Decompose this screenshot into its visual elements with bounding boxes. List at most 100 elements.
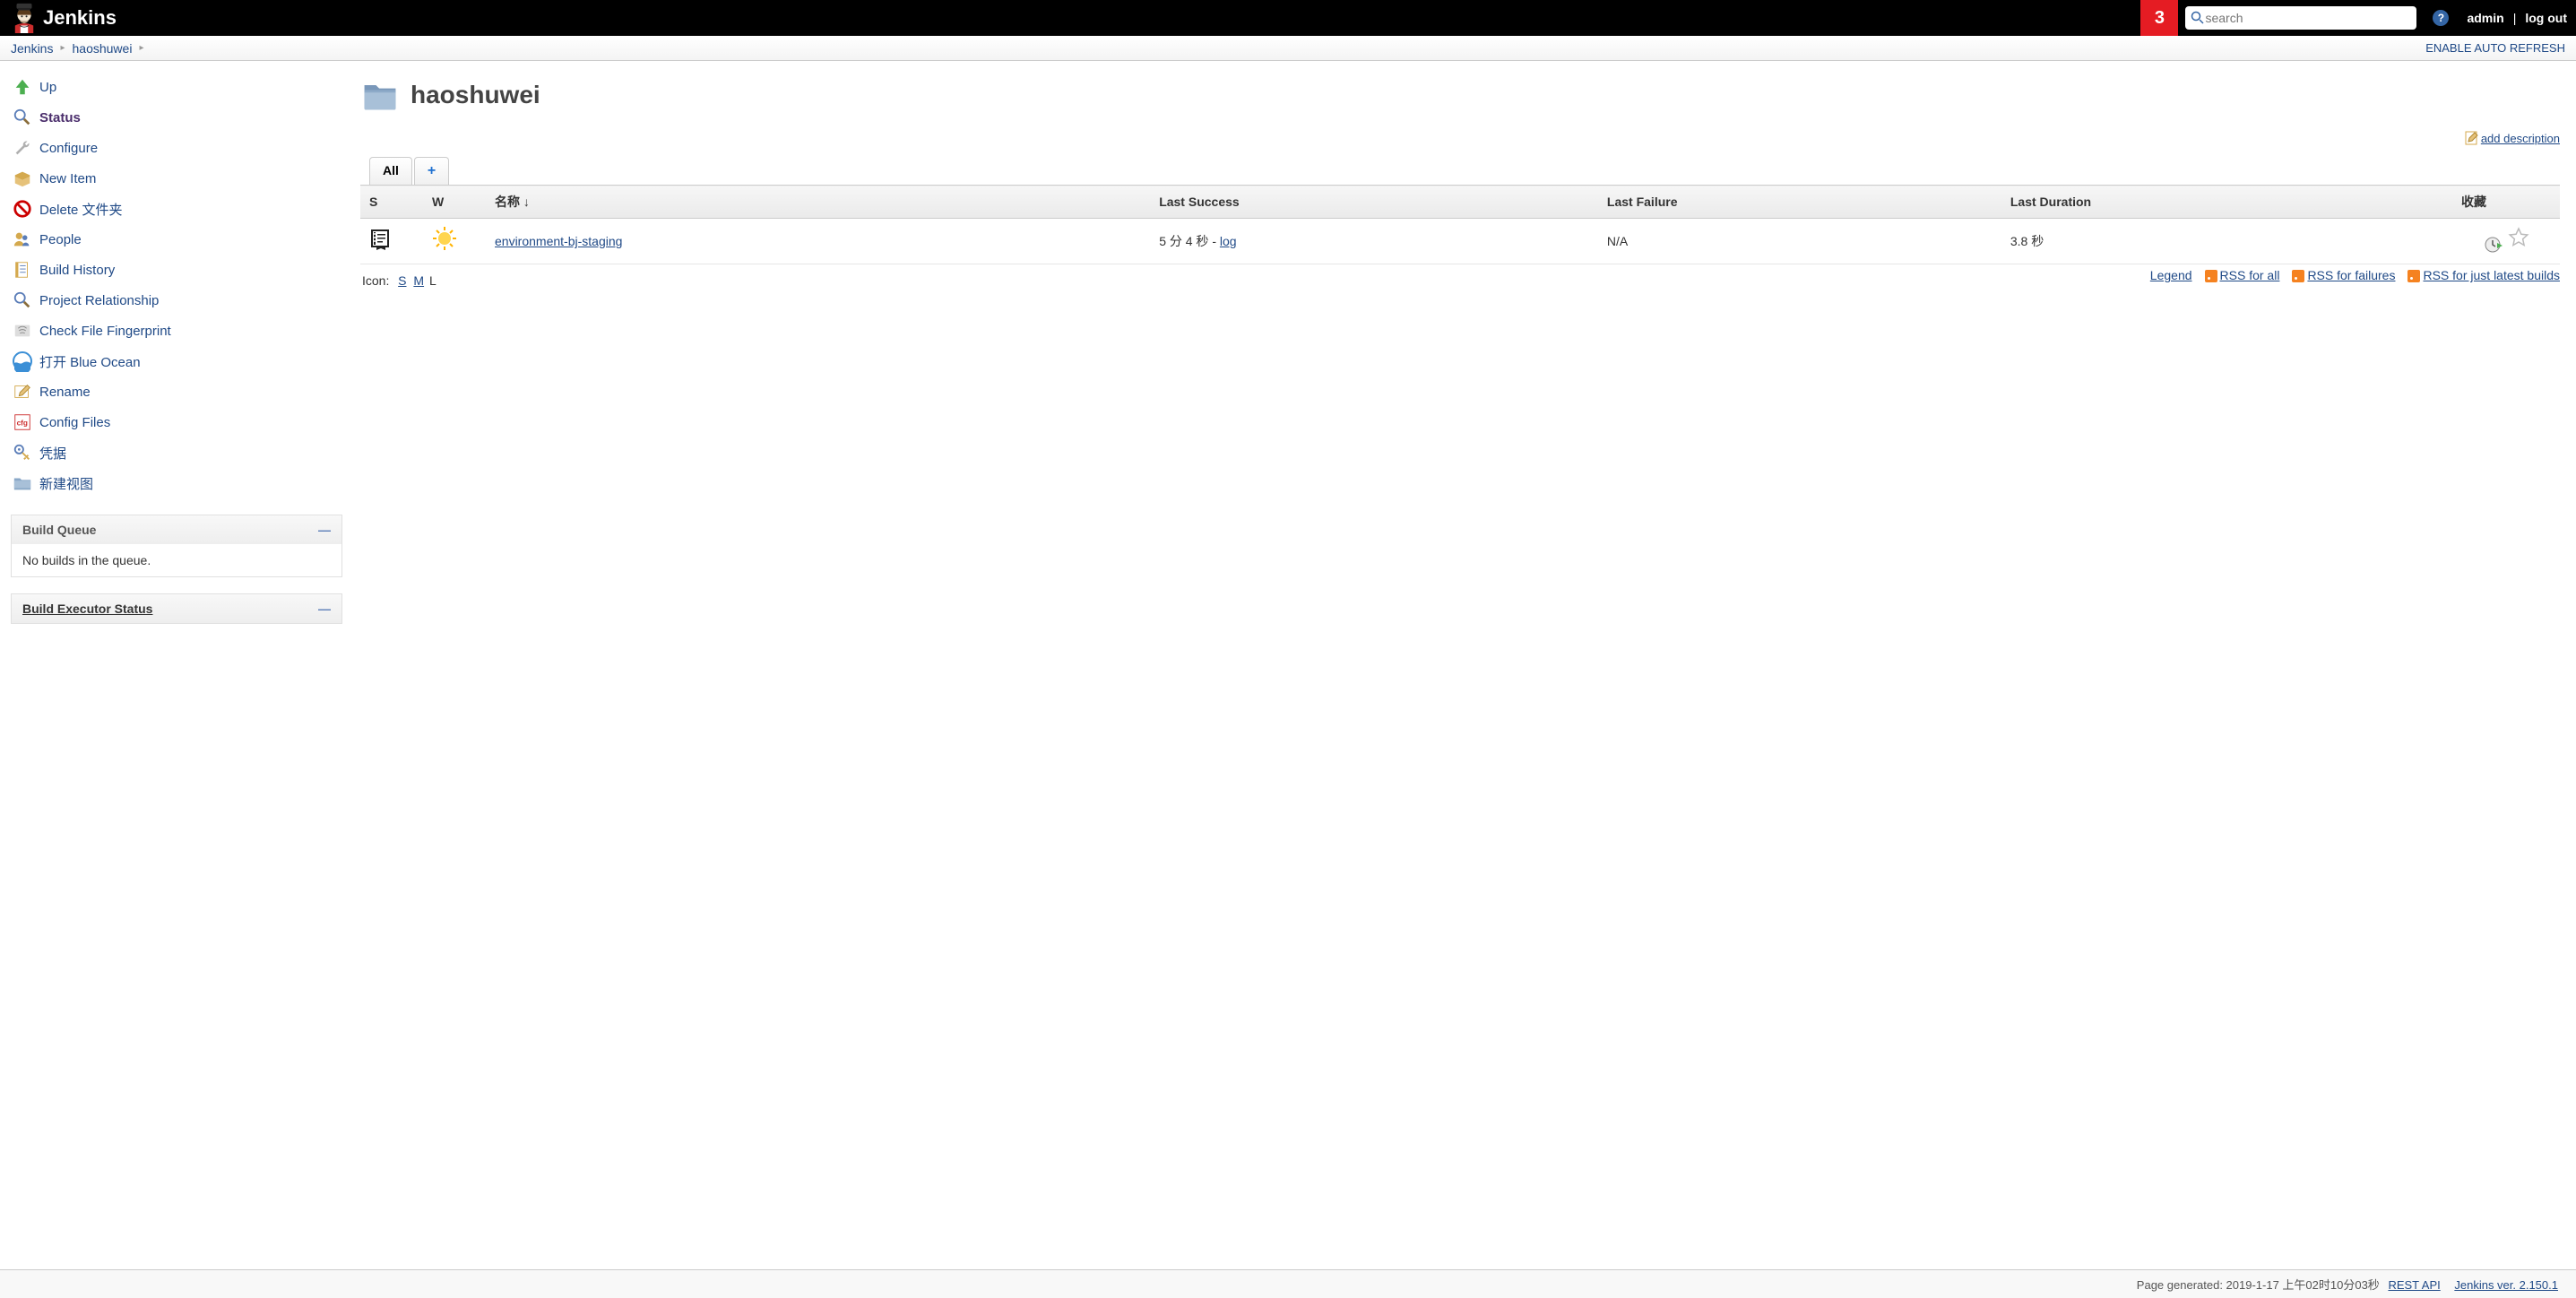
rss-icon [2407, 270, 2420, 282]
last-success-cell: 5 分 4 秒 - log [1150, 219, 1598, 264]
build-queue-body: No builds in the queue. [12, 544, 341, 576]
jenkins-logo-icon [9, 3, 39, 33]
view-tabs: All + [369, 157, 2560, 185]
col-last-duration[interactable]: Last Duration [2001, 186, 2452, 219]
col-name[interactable]: 名称 ↓ [486, 186, 1150, 219]
projects-table: S W 名称 ↓ Last Success Last Failure Last … [360, 185, 2560, 264]
logo[interactable]: Jenkins [0, 3, 122, 33]
note-icon [2465, 131, 2479, 148]
table-row: environment-bj-staging 5 分 4 秒 - log N/A… [360, 219, 2560, 264]
edit-icon [11, 380, 34, 403]
rss-icon [2292, 270, 2304, 282]
table-header-row: S W 名称 ↓ Last Success Last Failure Last … [360, 186, 2560, 219]
last-failure-cell: N/A [1598, 219, 2001, 264]
sidebar-item-new-view[interactable]: 新建视图 [11, 468, 342, 498]
version-link[interactable]: Jenkins ver. 2.150.1 [2454, 1278, 2558, 1292]
search-icon [2191, 11, 2205, 25]
build-queue-header: Build Queue — [12, 515, 341, 544]
notepad-icon [11, 258, 34, 281]
legend-link[interactable]: Legend [2150, 268, 2192, 282]
col-status[interactable]: S [360, 186, 423, 219]
icon-size-selector: Icon: S M L [360, 264, 438, 300]
user-link[interactable]: admin [2458, 11, 2512, 25]
sidebar-item-rename[interactable]: Rename [11, 376, 342, 407]
footer: Page generated: 2019-1-17 上午02时10分03秒 RE… [0, 1269, 2576, 1298]
chevron-right-icon: ▸ [139, 43, 143, 53]
folder-icon [11, 472, 34, 495]
icon-size-s[interactable]: S [398, 273, 406, 288]
col-weather[interactable]: W [423, 186, 486, 219]
sidebar-item-status[interactable]: Status [11, 102, 342, 133]
breadcrumb-folder[interactable]: haoshuwei [73, 41, 133, 56]
log-link[interactable]: log [1220, 234, 1237, 248]
collapse-icon[interactable]: — [318, 601, 331, 616]
search-box[interactable] [2185, 6, 2416, 30]
chevron-right-icon: ▸ [60, 43, 65, 53]
brand-text: Jenkins [43, 6, 117, 30]
icon-size-l: L [429, 273, 437, 288]
breadcrumb: Jenkins ▸ haoshuwei ▸ ENABLE AUTO REFRES… [0, 36, 2576, 61]
rss-icon [2205, 270, 2217, 282]
sidebar-item-new-item[interactable]: New Item [11, 163, 342, 194]
cfg-icon: cfg [11, 411, 34, 434]
weather-cell [423, 219, 486, 264]
notification-badge[interactable]: 3 [2140, 0, 2178, 36]
folder-icon [360, 75, 400, 115]
sidebar-item-credentials[interactable]: 凭据 [11, 437, 342, 468]
sidebar-item-project-relationship[interactable]: Project Relationship [11, 285, 342, 316]
rss-latest-link[interactable]: RSS for just latest builds [2423, 268, 2560, 282]
col-favorite[interactable]: 收藏 [2452, 186, 2560, 219]
add-description-wrap: add description [360, 131, 2560, 148]
auto-refresh-link[interactable]: ENABLE AUTO REFRESH [2425, 41, 2565, 55]
no-entry-icon [11, 197, 34, 221]
wrench-icon [11, 136, 34, 160]
name-cell: environment-bj-staging [486, 219, 1150, 264]
build-executor-header: Build Executor Status — [12, 594, 341, 623]
blue-ocean-icon [11, 350, 34, 373]
main-panel: haoshuwei add description All + S W 名称 ↓… [351, 61, 2576, 633]
build-executor-link[interactable]: Build Executor Status [22, 601, 152, 616]
favorite-star-icon[interactable] [2508, 230, 2529, 253]
search-input[interactable] [2205, 11, 2411, 25]
icon-size-m[interactable]: M [413, 273, 424, 288]
top-header: Jenkins 3 ? admin | log out [0, 0, 2576, 36]
rest-api-link[interactable]: REST API [2388, 1278, 2440, 1292]
build-queue-pane: Build Queue — No builds in the queue. [11, 515, 342, 577]
tab-add[interactable]: + [414, 157, 449, 185]
tab-all[interactable]: All [369, 157, 412, 185]
package-icon [11, 167, 34, 190]
favorite-cell [2452, 219, 2560, 264]
pipeline-icon [369, 229, 393, 252]
sidebar-item-delete[interactable]: Delete 文件夹 [11, 194, 342, 224]
breadcrumb-root[interactable]: Jenkins [11, 41, 53, 56]
col-last-failure[interactable]: Last Failure [1598, 186, 2001, 219]
sidebar-item-people[interactable]: People [11, 224, 342, 255]
search-icon [11, 106, 34, 129]
search-icon [11, 289, 34, 312]
fingerprint-icon [11, 319, 34, 342]
build-executor-pane: Build Executor Status — [11, 593, 342, 624]
collapse-icon[interactable]: — [318, 523, 331, 537]
key-icon [11, 441, 34, 464]
help-icon[interactable]: ? [2433, 10, 2449, 26]
svg-text:cfg: cfg [17, 420, 28, 428]
up-arrow-icon [11, 75, 34, 99]
status-cell [360, 219, 423, 264]
col-last-success[interactable]: Last Success [1150, 186, 1598, 219]
last-duration-cell: 3.8 秒 [2001, 219, 2452, 264]
sidebar-item-configure[interactable]: Configure [11, 133, 342, 163]
add-description-link[interactable]: add description [2481, 132, 2560, 145]
job-link[interactable]: environment-bj-staging [495, 234, 622, 248]
rss-failures-link[interactable]: RSS for failures [2307, 268, 2395, 282]
main-heading: haoshuwei [360, 75, 2560, 115]
logout-link[interactable]: log out [2516, 11, 2576, 25]
page-title: haoshuwei [411, 81, 540, 109]
rss-all-link[interactable]: RSS for all [2220, 268, 2280, 282]
sidebar-item-fingerprint[interactable]: Check File Fingerprint [11, 316, 342, 346]
sidebar-item-up[interactable]: Up [11, 72, 342, 102]
schedule-build-icon[interactable] [2483, 234, 2504, 255]
sidebar-item-config-files[interactable]: cfgConfig Files [11, 407, 342, 437]
sun-icon [432, 233, 457, 255]
sidebar-item-build-history[interactable]: Build History [11, 255, 342, 285]
sidebar-item-blue-ocean[interactable]: 打开 Blue Ocean [11, 346, 342, 376]
